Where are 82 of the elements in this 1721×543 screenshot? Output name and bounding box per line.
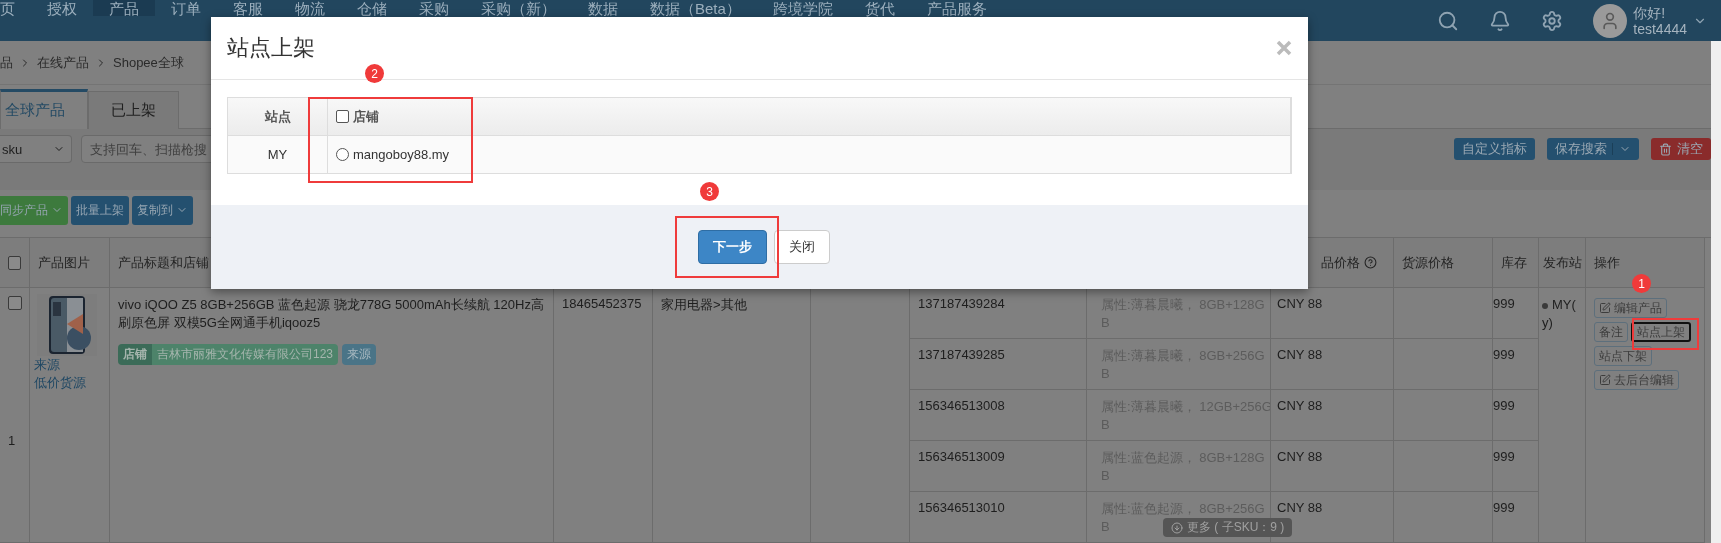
nav-item[interactable]: 仓储: [341, 0, 403, 16]
column-header: 发布站: [1543, 253, 1582, 272]
toolbar-button[interactable]: 同步产品: [0, 195, 68, 225]
bell-icon[interactable]: [1489, 9, 1512, 32]
nav-item[interactable]: 页: [0, 0, 31, 16]
help-icon[interactable]: [1364, 256, 1377, 269]
shop-radio[interactable]: mangoboy88.my: [336, 147, 450, 162]
table-cell: 999: [1493, 398, 1515, 413]
column-header: 品价格: [1321, 253, 1377, 272]
close-icon[interactable]: [1276, 40, 1292, 56]
next-button[interactable]: 下一步: [698, 230, 767, 264]
table-cell: MY: [267, 147, 288, 162]
greeting-text: 你好!: [1633, 4, 1667, 21]
username: test4444: [1633, 20, 1687, 37]
table-cell: 137187439285: [918, 347, 1005, 362]
breadcrumb-item[interactable]: 品: [0, 53, 13, 72]
table-cell: CNY 88: [1277, 500, 1323, 515]
table-cell: 家用电器>其他: [661, 297, 747, 312]
table-cell: CNY 88: [1277, 449, 1323, 464]
arrow-down-icon: [1171, 521, 1183, 534]
action-button[interactable]: 去后台编辑: [1594, 370, 1679, 390]
nav-item[interactable]: 数据（Beta）: [634, 0, 757, 16]
nav-item[interactable]: 产品服务: [910, 0, 1003, 16]
column-header: 站点: [264, 107, 291, 126]
nav-item[interactable]: 授权: [31, 0, 93, 16]
nav-item[interactable]: 订单: [155, 0, 217, 16]
trash-icon: [1659, 142, 1672, 156]
avatar[interactable]: [1593, 3, 1628, 38]
column-header: 货源价格: [1402, 253, 1454, 272]
table-cell: 999: [1493, 347, 1515, 362]
search-icon[interactable]: [1437, 9, 1460, 32]
product-title: vivo iQOO Z5 8GB+256GB 蓝色起源 骁龙778G 5000mAh长续航 120Hz高刷原色屏 双模5G全网通手机iqooz5: [118, 296, 545, 332]
action-button[interactable]: 编辑产品: [1594, 298, 1667, 318]
nav-item[interactable]: 采购（新）: [465, 0, 572, 16]
select-all-checkbox[interactable]: 店铺: [336, 107, 379, 126]
nav-item[interactable]: 客服: [217, 0, 279, 16]
row-number: 1: [8, 433, 17, 448]
tab[interactable]: 全球产品: [0, 89, 88, 129]
table-cell: 137187439284: [918, 296, 1005, 311]
breadcrumb-item[interactable]: Shopee全球: [113, 53, 184, 72]
table-cell: 156346513008: [918, 398, 1005, 413]
close-button[interactable]: 关闭: [774, 230, 830, 264]
sku-select[interactable]: sku: [0, 135, 72, 163]
settings-icon[interactable]: [1541, 9, 1564, 32]
site-text: y): [1542, 314, 1554, 332]
column-header: 产品标题和店铺: [118, 253, 209, 272]
table-cell: 999: [1493, 449, 1515, 464]
source-link[interactable]: 低价货源: [34, 374, 105, 392]
nav-item[interactable]: 跨境学院: [756, 0, 849, 16]
nav-item[interactable]: 货代: [848, 0, 911, 16]
dialog-title: 站点上架: [227, 34, 315, 62]
filter-button[interactable]: 保存搜索: [1547, 138, 1639, 160]
site-text: MY(: [1542, 296, 1585, 314]
checkbox[interactable]: [8, 255, 21, 270]
filter-button[interactable]: 自定义指标: [1454, 138, 1535, 160]
table-cell: 156346513010: [918, 500, 1005, 515]
source-tag: 来源: [342, 344, 377, 365]
nav-item[interactable]: 采购: [403, 0, 465, 16]
table-cell: CNY 88: [1277, 398, 1323, 413]
nav-item[interactable]: 物流: [279, 0, 341, 16]
highlight-frame: [1632, 318, 1699, 350]
toolbar-button[interactable]: 批量上架: [71, 195, 129, 225]
breadcrumb-item[interactable]: 在线产品: [37, 53, 89, 72]
table-cell: 999: [1493, 500, 1515, 515]
table-cell: CNY 88: [1277, 347, 1323, 362]
more-button[interactable]: 更多 ( 子SKU：9 ): [1163, 518, 1293, 537]
action-button[interactable]: 站点下架: [1594, 346, 1652, 366]
table-cell: 156346513009: [918, 449, 1005, 464]
nav-item[interactable]: 数据: [572, 0, 634, 16]
table-cell: 18465452375: [562, 296, 642, 311]
table-cell: 999: [1493, 296, 1515, 311]
action-button[interactable]: 备注: [1594, 322, 1628, 342]
source-link[interactable]: 来源: [34, 356, 105, 374]
toolbar-button[interactable]: 复制到: [132, 195, 193, 225]
column-header: 库存: [1501, 253, 1527, 272]
nav-item[interactable]: 产品: [93, 0, 155, 16]
column-header: 操作: [1594, 253, 1620, 272]
tab[interactable]: 已上架: [88, 91, 179, 129]
checkbox[interactable]: [8, 296, 22, 310]
clear-button[interactable]: 清空: [1651, 138, 1711, 160]
table-cell: CNY 88: [1277, 296, 1323, 311]
column-header: 产品图片: [38, 253, 90, 272]
